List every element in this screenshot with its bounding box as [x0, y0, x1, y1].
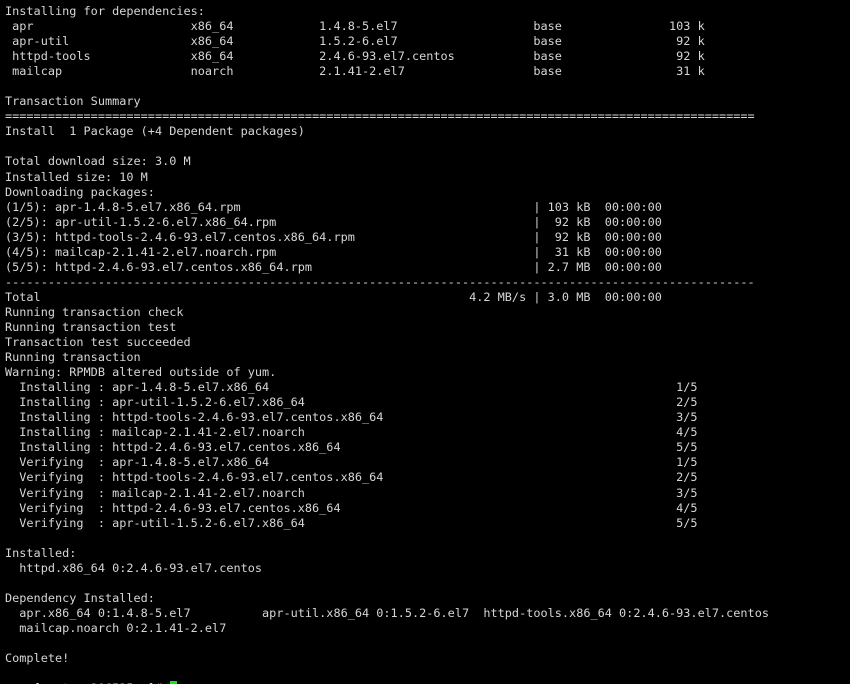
- terminal-line: (3/5): httpd-tools-2.4.6-93.el7.centos.x…: [5, 229, 662, 244]
- terminal-line: Warning: RPMDB altered outside of yum.: [5, 365, 277, 380]
- terminal-line: ----------------------------------------…: [5, 274, 755, 289]
- terminal-line: Installing : mailcap-2.1.41-2.el7.noarch…: [5, 425, 698, 440]
- terminal-line: Running transaction: [5, 350, 141, 365]
- terminal-line: Installing : httpd-2.4.6-93.el7.centos.x…: [5, 440, 698, 455]
- terminal-line: Installing : httpd-tools-2.4.6-93.el7.ce…: [5, 410, 698, 425]
- terminal-line: Install 1 Package (+4 Dependent packages…: [5, 124, 305, 139]
- terminal-line: Dependency Installed:: [5, 590, 155, 605]
- terminal-line: (4/5): mailcap-2.1.41-2.el7.noarch.rpm |…: [5, 244, 662, 259]
- terminal-line: Complete!: [5, 651, 70, 666]
- terminal-line: apr-util x86_64 1.5.2-6.el7 base 92 k: [5, 34, 705, 49]
- terminal-line: Installing : apr-util-1.5.2-6.el7.x86_64…: [5, 395, 698, 410]
- terminal-prompt-line[interactable]: [root@vm206525 ~]#: [5, 666, 178, 684]
- terminal-window[interactable]: Installing for dependencies: apr x86_64 …: [0, 0, 850, 684]
- terminal-line: Running transaction check: [5, 304, 184, 319]
- terminal-line: (5/5): httpd-2.4.6-93.el7.centos.x86_64.…: [5, 259, 662, 274]
- terminal-line: Installing for dependencies:: [5, 4, 205, 18]
- terminal-line: httpd.x86_64 0:2.4.6-93.el7.centos: [5, 560, 263, 575]
- terminal-line: Transaction Summary: [5, 94, 141, 109]
- terminal-line: Total download size: 3.0 M: [5, 154, 191, 169]
- terminal-line: Downloading packages:: [5, 184, 155, 199]
- terminal-line: Verifying : httpd-tools-2.4.6-93.el7.cen…: [5, 470, 698, 485]
- terminal-line: mailcap.noarch 0:2.1.41-2.el7: [5, 620, 227, 635]
- terminal-line: Verifying : mailcap-2.1.41-2.el7.noarch …: [5, 485, 698, 500]
- terminal-line: Running transaction test: [5, 319, 177, 334]
- terminal-line: Transaction test succeeded: [5, 335, 191, 350]
- terminal-line: Installed:: [5, 545, 77, 560]
- terminal-line: mailcap noarch 2.1.41-2.el7 base 31 k: [5, 64, 705, 79]
- terminal-line: Installing : apr-1.4.8-5.el7.x86_64 1/5: [5, 380, 698, 395]
- terminal-line: (2/5): apr-util-1.5.2-6.el7.x86_64.rpm |…: [5, 214, 662, 229]
- terminal-line: Installed size: 10 M: [5, 169, 148, 184]
- terminal-line: apr x86_64 1.4.8-5.el7 base 103 k: [5, 19, 705, 34]
- terminal-scrollback: Installing for dependencies: apr x86_64 …: [5, 4, 769, 666]
- terminal-line: Verifying : apr-util-1.5.2-6.el7.x86_64 …: [5, 515, 698, 530]
- terminal-line: Verifying : httpd-2.4.6-93.el7.centos.x8…: [5, 500, 698, 515]
- terminal-line: Total 4.2 MB/s | 3.0 MB 00:00:00: [5, 289, 662, 304]
- terminal-line: Verifying : apr-1.4.8-5.el7.x86_64 1/5: [5, 455, 698, 470]
- terminal-line: (1/5): apr-1.4.8-5.el7.x86_64.rpm | 103 …: [5, 199, 662, 214]
- terminal-line: ========================================…: [5, 109, 755, 124]
- terminal-line: httpd-tools x86_64 2.4.6-93.el7.centos b…: [5, 49, 705, 64]
- terminal-line: apr.x86_64 0:1.4.8-5.el7 apr-util.x86_64…: [5, 605, 769, 620]
